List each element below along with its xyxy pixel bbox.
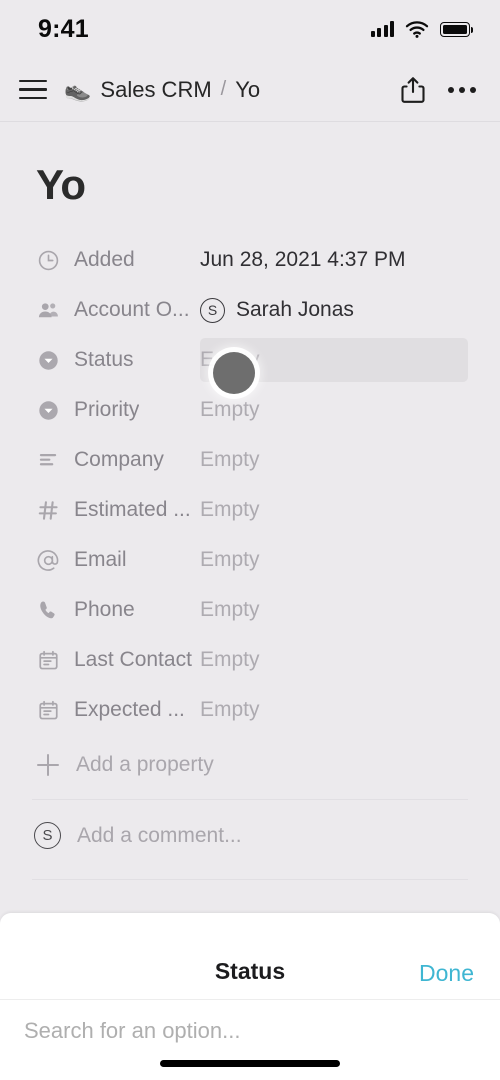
property-label-group: Expected ... xyxy=(36,698,200,722)
text-lines-icon xyxy=(36,448,60,472)
property-label-group: Status xyxy=(36,348,200,372)
property-value-text: Empty xyxy=(200,548,260,571)
property-label-group: Last Contact xyxy=(36,648,200,672)
status-bar-time: 9:41 xyxy=(38,14,89,43)
plus-icon xyxy=(36,753,60,777)
avatar: S xyxy=(200,297,225,323)
select-icon xyxy=(36,348,60,372)
property-value-text: Jun 28, 2021 4:37 PM xyxy=(200,248,406,271)
property-name: Priority xyxy=(74,398,140,421)
property-value-text: Empty xyxy=(200,498,260,521)
home-indicator-bar xyxy=(160,1060,340,1067)
property-name: Added xyxy=(74,248,135,271)
property-name: Account O... xyxy=(74,298,190,321)
property-name: Status xyxy=(74,348,134,371)
at-icon xyxy=(36,548,60,572)
phone-icon xyxy=(36,598,60,622)
add-property-label: Add a property xyxy=(76,753,214,776)
hash-icon xyxy=(36,498,60,522)
option-search-placeholder: Search for an option... xyxy=(24,1018,241,1043)
property-name: Company xyxy=(74,448,164,471)
battery-full-icon xyxy=(440,21,474,37)
property-value[interactable]: Empty xyxy=(200,598,260,622)
person-icon xyxy=(36,298,60,322)
share-icon[interactable] xyxy=(400,76,426,104)
touch-point-indicator xyxy=(213,352,255,394)
property-name: Phone xyxy=(74,598,135,621)
property-value-text: Empty xyxy=(200,648,260,671)
property-label-group: Priority xyxy=(36,398,200,422)
property-row-priority[interactable]: Priority Empty xyxy=(0,385,500,435)
property-name: Last Contact xyxy=(74,648,192,671)
page-content: Yo Added Jun 28, 2021 4:37 PM Account O.… xyxy=(0,123,500,880)
property-label-group: Email xyxy=(36,548,200,572)
property-list: Added Jun 28, 2021 4:37 PM Account O... xyxy=(0,235,500,735)
property-row-expected[interactable]: Expected ... Empty xyxy=(0,685,500,735)
comment-divider xyxy=(32,879,468,880)
property-row-phone[interactable]: Phone Empty xyxy=(0,585,500,635)
status-picker-sheet: Status Done Search for an option... xyxy=(0,913,500,1080)
property-row-added[interactable]: Added Jun 28, 2021 4:37 PM xyxy=(0,235,500,285)
property-value[interactable]: Empty xyxy=(200,398,260,422)
done-button[interactable]: Done xyxy=(419,960,474,987)
cellular-signal-icon xyxy=(370,21,394,37)
property-value-text: Empty xyxy=(200,698,260,721)
property-value[interactable]: Empty xyxy=(200,498,260,522)
phone-screen: 9:41 👟 Sales CRM / Yo Yo Added Jun 28, 2… xyxy=(0,0,500,1080)
database-emoji-icon: 👟 xyxy=(64,76,92,102)
property-value-text: Empty xyxy=(200,598,260,621)
property-value[interactable]: Empty xyxy=(200,648,260,672)
property-row-estimated[interactable]: Estimated ... Empty xyxy=(0,485,500,535)
calendar-icon xyxy=(36,698,60,722)
status-bar: 9:41 xyxy=(0,0,500,58)
status-bar-indicators xyxy=(370,20,474,38)
property-value[interactable]: Empty xyxy=(200,548,260,572)
sheet-header: Status Done xyxy=(0,913,500,1000)
more-options-icon[interactable] xyxy=(448,86,476,93)
clock-icon xyxy=(36,248,60,272)
property-value[interactable]: Jun 28, 2021 4:37 PM xyxy=(200,248,405,272)
property-label-group: Phone xyxy=(36,598,200,622)
breadcrumb-database[interactable]: Sales CRM xyxy=(100,77,211,103)
property-value-text: Empty xyxy=(200,448,260,471)
wifi-icon xyxy=(405,21,429,38)
property-name: Expected ... xyxy=(74,698,185,721)
hamburger-menu-icon[interactable] xyxy=(16,73,50,107)
property-label-group: Company xyxy=(36,448,200,472)
property-value[interactable]: S Sarah Jonas xyxy=(200,297,354,323)
property-name: Estimated ... xyxy=(74,498,191,521)
avatar: S xyxy=(34,822,61,849)
page-title[interactable]: Yo xyxy=(0,123,500,209)
property-label-group: Account O... xyxy=(36,298,200,322)
option-search-input[interactable]: Search for an option... xyxy=(0,1000,500,1044)
select-icon xyxy=(36,398,60,422)
breadcrumb-page[interactable]: Yo xyxy=(235,77,260,103)
breadcrumb-separator: / xyxy=(220,78,227,100)
property-value-text: Empty xyxy=(200,398,260,421)
property-row-company[interactable]: Company Empty xyxy=(0,435,500,485)
add-comment-row[interactable]: S Add a comment... xyxy=(0,800,500,871)
calendar-icon xyxy=(36,648,60,672)
header-actions xyxy=(400,76,476,104)
property-value[interactable]: Empty xyxy=(200,698,260,722)
property-row-account-owner[interactable]: Account O... S Sarah Jonas xyxy=(0,285,500,335)
breadcrumb: 👟 Sales CRM / Yo xyxy=(64,77,400,103)
property-name: Email xyxy=(74,548,127,571)
property-value-text: Sarah Jonas xyxy=(236,298,354,321)
property-value[interactable]: Empty xyxy=(200,448,260,472)
property-row-last-contact[interactable]: Last Contact Empty xyxy=(0,635,500,685)
add-comment-placeholder: Add a comment... xyxy=(77,823,242,847)
property-label-group: Added xyxy=(36,248,200,272)
sheet-title: Status xyxy=(214,958,286,984)
add-property-button[interactable]: Add a property xyxy=(0,739,500,791)
property-label-group: Estimated ... xyxy=(36,498,200,522)
app-header: 👟 Sales CRM / Yo xyxy=(0,58,500,122)
property-row-email[interactable]: Email Empty xyxy=(0,535,500,585)
